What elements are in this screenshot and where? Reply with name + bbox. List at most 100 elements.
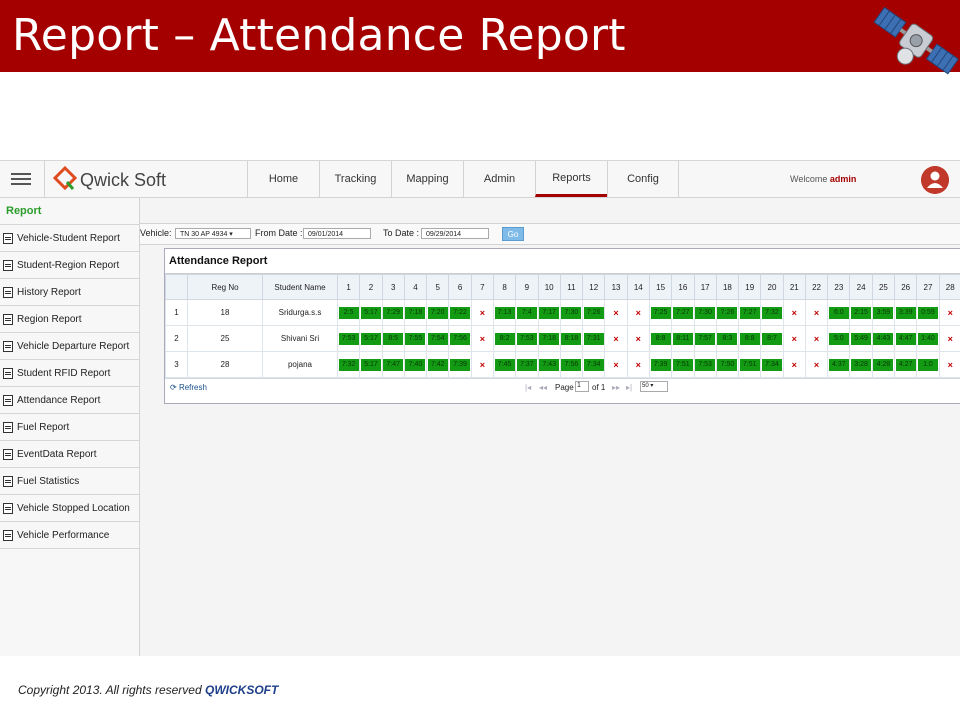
present-time: 7:25 <box>650 306 671 319</box>
attendance-cell: 7:39 <box>448 351 472 378</box>
nav-admin[interactable]: Admin <box>463 161 535 197</box>
attendance-cell: 7:20 <box>426 299 450 326</box>
to-date-input[interactable]: 09/29/2014 <box>421 228 489 239</box>
attendance-cell: 2:5 <box>336 299 361 326</box>
col-header-day: 11 <box>559 274 584 300</box>
row-index: 1 <box>165 299 188 326</box>
present-time: 7:29 <box>383 306 404 319</box>
absent-mark: × <box>613 307 619 318</box>
student-name-cell: Sridurga.s.s <box>262 299 338 326</box>
present-time: 7:39 <box>450 358 471 371</box>
last-page-icon[interactable]: ▸| <box>626 383 632 392</box>
sidebar-item[interactable]: Student-Region Report <box>0 252 139 279</box>
report-doc-icon <box>3 394 13 406</box>
present-time: 7:20 <box>427 306 448 319</box>
nav-reports[interactable]: Reports <box>535 161 607 197</box>
present-time: 7:47 <box>383 358 404 371</box>
col-header-day: 16 <box>671 274 695 300</box>
sidebar-item[interactable]: EventData Report <box>0 441 139 468</box>
attendance-cell: 3:59 <box>871 299 896 326</box>
col-header-day: 21 <box>782 274 806 300</box>
col-header-day: 6 <box>448 274 472 300</box>
attendance-cell: × <box>938 351 960 378</box>
nav-mapping[interactable]: Mapping <box>391 161 463 197</box>
present-time: 7:32 <box>761 306 782 319</box>
col-header-day: 28 <box>938 274 960 300</box>
first-page-icon[interactable]: |◂ <box>525 383 531 392</box>
menu-icon[interactable] <box>0 161 45 197</box>
sidebar-item[interactable]: History Report <box>0 279 139 306</box>
sidebar-item[interactable]: Vehicle Stopped Location <box>0 495 139 522</box>
prev-page-icon[interactable]: ◂◂ <box>539 383 547 392</box>
report-doc-icon <box>3 313 13 325</box>
sidebar-item[interactable]: Student RFID Report <box>0 360 139 387</box>
logo-icon <box>52 166 78 191</box>
sidebar-header: Report <box>0 198 139 225</box>
sidebar-item[interactable]: Vehicle Departure Report <box>0 333 139 360</box>
next-page-icon[interactable]: ▸▸ <box>612 383 620 392</box>
present-time: 4:43 <box>873 332 894 345</box>
attendance-cell: 3:28 <box>849 351 873 378</box>
reg-no-cell: 25 <box>187 325 263 352</box>
attendance-cell: 3:39 <box>894 299 918 326</box>
attendance-cell: 7:27 <box>738 299 762 326</box>
attendance-cell: 7:42 <box>426 351 450 378</box>
sidebar-item[interactable]: Fuel Report <box>0 414 139 441</box>
vehicle-select[interactable]: TN 30 AP 4934 ▾ <box>175 228 251 239</box>
attendance-cell: 4:37 <box>827 351 851 378</box>
sidebar-item[interactable]: Vehicle-Student Report <box>0 225 139 252</box>
attendance-cell: 7:30 <box>693 299 717 326</box>
col-header-day: 10 <box>537 274 561 300</box>
absent-mark: × <box>635 307 641 318</box>
nav-home[interactable]: Home <box>247 161 319 197</box>
absent-mark: × <box>479 333 485 344</box>
attendance-cell: 7:32 <box>336 351 361 378</box>
attendance-table: Reg No Student Name 1 2 3 4 5 6 7 8 9 10 11 12 13 14 15 1… <box>165 274 960 378</box>
absent-mark: × <box>791 359 797 370</box>
present-time: 7:27 <box>672 306 693 319</box>
footer-text: Copyright 2013. All rights reserved <box>18 683 202 697</box>
present-time: 7:53 <box>338 332 359 345</box>
present-time: 0:59 <box>917 306 938 319</box>
col-header-day: 26 <box>894 274 918 300</box>
present-time: 8:18 <box>561 332 582 345</box>
from-date-input[interactable]: 09/01/2014 <box>303 228 371 239</box>
sidebar-item[interactable]: Attendance Report <box>0 387 139 414</box>
absent-mark: × <box>613 333 619 344</box>
present-time: 7:13 <box>494 306 515 319</box>
report-doc-icon <box>3 475 13 487</box>
col-header-day: 9 <box>515 274 539 300</box>
attendance-cell: 8:2 <box>492 325 517 352</box>
sidebar-item-label: Student-Region Report <box>17 259 120 271</box>
present-time: 8:8 <box>650 332 671 345</box>
col-header-day: 7 <box>470 274 494 300</box>
attendance-cell: 7:50 <box>715 351 740 378</box>
attendance-cell: 7:45 <box>492 351 517 378</box>
sidebar-item[interactable]: Region Report <box>0 306 139 333</box>
present-time: 7:37 <box>516 358 537 371</box>
sidebar-item[interactable]: Fuel Statistics <box>0 468 139 495</box>
attendance-cell: 7:53 <box>336 325 361 352</box>
present-time: 4:37 <box>828 358 849 371</box>
table-row[interactable]: 2 25 Shivani Sri 7:53 5:17 8:5 7:55 7:54 7:56 × 8:… <box>165 325 960 352</box>
sidebar-item-label: History Report <box>17 286 81 298</box>
attendance-cell: 7:22 <box>448 299 472 326</box>
nav-tracking[interactable]: Tracking <box>319 161 391 197</box>
nav-config[interactable]: Config <box>607 161 679 197</box>
present-time: 3:39 <box>895 306 916 319</box>
page-input[interactable]: 1 <box>575 381 589 392</box>
sidebar-item[interactable]: Vehicle Performance <box>0 522 139 549</box>
user-avatar-icon[interactable] <box>921 166 949 194</box>
page-size-select[interactable]: 50 ▾ <box>640 381 668 392</box>
refresh-button[interactable]: ⟳ Refresh <box>170 383 207 392</box>
table-row[interactable]: 3 28 pojana 7:32 5:17 7:47 7:40 7:42 7:39 × 7:45 7:… <box>165 351 960 378</box>
report-doc-icon <box>3 502 13 514</box>
attendance-cell: 8:11 <box>671 325 695 352</box>
table-row[interactable]: 1 18 Sridurga.s.s 2:5 5:17 7:29 7:18 7:20 7:22 × 7… <box>165 299 960 326</box>
report-doc-icon <box>3 529 13 541</box>
present-time: 7:26 <box>583 306 604 319</box>
go-button[interactable]: Go <box>502 227 524 241</box>
attendance-cell: 7:43 <box>537 351 561 378</box>
page-label: Page <box>555 383 574 392</box>
present-time: 7:34 <box>583 358 604 371</box>
